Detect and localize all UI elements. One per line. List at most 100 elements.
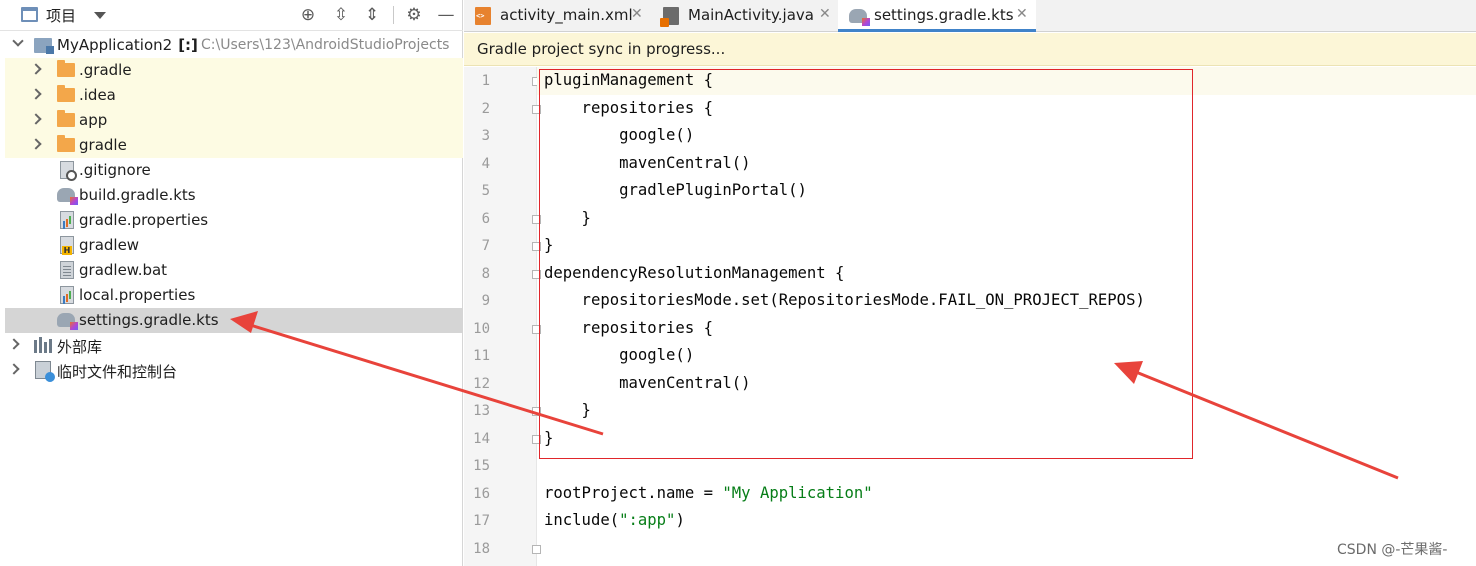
fold-marker-icon[interactable] xyxy=(532,215,541,224)
fold-marker-icon[interactable] xyxy=(532,105,541,114)
tree-item-label: 临时文件和控制台 xyxy=(57,363,178,381)
code-text: include( xyxy=(544,511,620,529)
minimize-icon[interactable]: — xyxy=(436,5,456,25)
tree-item-gradle-properties[interactable]: gradle.properties xyxy=(5,208,463,233)
gradle-kts-icon xyxy=(849,9,870,26)
line-number: 9 xyxy=(481,293,490,309)
tree-item-label: app xyxy=(79,111,108,129)
line-number: 15 xyxy=(473,458,490,474)
sync-status-text: Gradle project sync in progress... xyxy=(477,40,726,58)
fold-marker-icon[interactable] xyxy=(532,270,541,279)
tree-item-local-properties[interactable]: local.properties xyxy=(5,283,463,308)
tree-item-app-folder[interactable]: app xyxy=(5,108,463,133)
close-icon[interactable]: ✕ xyxy=(631,6,643,22)
sync-notification-banner: Gradle project sync in progress... xyxy=(464,33,1476,66)
code-line: } xyxy=(544,209,591,227)
locate-icon[interactable]: ⊕ xyxy=(298,5,318,25)
gradle-kts-icon xyxy=(57,313,78,330)
tree-item-gradlew[interactable]: gradlew xyxy=(5,233,463,258)
expand-all-icon[interactable]: ⇳ xyxy=(331,5,351,25)
project-path: C:\Users\123\AndroidStudioProjects xyxy=(201,37,450,53)
line-number: 3 xyxy=(481,128,490,144)
gradle-kts-icon xyxy=(57,188,78,205)
tree-item-label: .gradle xyxy=(79,61,132,79)
properties-file-icon xyxy=(60,211,74,229)
tab-main-activity-java[interactable]: MainActivity.java ✕ xyxy=(652,0,838,32)
code-line: gradlePluginPortal() xyxy=(544,181,807,199)
code-line: } xyxy=(544,236,554,254)
editor-area: activity_main.xml ✕ MainActivity.java ✕ … xyxy=(464,0,1476,566)
line-number: 14 xyxy=(473,431,490,447)
folder-icon xyxy=(57,85,75,102)
close-icon[interactable]: ✕ xyxy=(1016,6,1028,22)
project-view-title[interactable]: 项目 xyxy=(46,5,76,26)
chevron-right-icon[interactable] xyxy=(8,338,20,350)
java-file-icon xyxy=(660,7,679,27)
code-line: pluginManagement { xyxy=(544,71,713,89)
line-number-gutter[interactable]: 1 2 3 4 5 6 7 8 9 10 11 12 13 14 15 16 1… xyxy=(464,67,541,566)
tab-settings-gradle-kts[interactable]: settings.gradle.kts ✕ xyxy=(838,0,1036,32)
fold-marker-icon[interactable] xyxy=(532,435,541,444)
tree-item-gradle-folder[interactable]: .gradle xyxy=(5,58,463,83)
tree-item-label: gradlew.bat xyxy=(79,261,168,279)
properties-file-icon xyxy=(60,286,74,304)
code-line: include(":app") xyxy=(544,507,685,534)
line-number: 12 xyxy=(473,376,490,392)
line-number: 2 xyxy=(481,101,490,117)
module-icon xyxy=(34,38,54,54)
folder-icon xyxy=(57,60,75,77)
collapse-all-icon[interactable]: ⇕ xyxy=(362,5,382,25)
string-literal: ":app" xyxy=(619,511,676,529)
tree-item-build-gradle-kts[interactable]: build.gradle.kts xyxy=(5,183,463,208)
tab-activity-main-xml[interactable]: activity_main.xml ✕ xyxy=(464,0,649,32)
folder-icon xyxy=(57,135,75,152)
tree-item-idea-folder[interactable]: .idea xyxy=(5,83,463,108)
chevron-right-icon[interactable] xyxy=(30,138,42,150)
tree-item-external-libraries[interactable]: 外部库 xyxy=(5,333,463,358)
code-line: google() xyxy=(544,126,695,144)
chevron-right-icon[interactable] xyxy=(30,63,42,75)
fold-marker-icon[interactable] xyxy=(532,545,541,554)
code-line: } xyxy=(544,429,554,447)
line-number: 1 xyxy=(481,73,490,89)
tree-item-label: 外部库 xyxy=(57,338,103,356)
tab-label: MainActivity.java xyxy=(688,6,814,24)
line-number: 10 xyxy=(473,321,490,337)
close-icon[interactable]: ✕ xyxy=(819,6,831,22)
chevron-right-icon[interactable] xyxy=(8,363,20,375)
fold-marker-icon[interactable] xyxy=(532,407,541,416)
line-number: 7 xyxy=(481,238,490,254)
tree-item-label: local.properties xyxy=(79,286,196,304)
string-literal: "My Application" xyxy=(722,484,873,502)
code-line: } xyxy=(544,401,591,419)
code-line: google() xyxy=(544,346,695,364)
tree-item-label: .gitignore xyxy=(79,161,151,179)
fold-marker-icon[interactable] xyxy=(532,325,541,334)
gear-icon[interactable]: ⚙ xyxy=(404,5,424,25)
tree-item-root-module[interactable]: MyApplication2 [:] C:\Users\123\AndroidSt… xyxy=(5,33,463,58)
tree-item-gradle-dir[interactable]: gradle xyxy=(5,133,463,158)
line-number: 18 xyxy=(473,541,490,557)
project-panel: 项目 ⊕ ⇳ ⇕ ⚙ — MyApplication2 [:] C:\Users\… xyxy=(0,0,463,566)
tree-item-scratches[interactable]: 临时文件和控制台 xyxy=(5,358,463,383)
line-number: 13 xyxy=(473,403,490,419)
fold-marker-icon[interactable] xyxy=(532,242,541,251)
line-number: 17 xyxy=(473,513,490,529)
library-icon xyxy=(34,337,52,353)
chevron-down-icon[interactable] xyxy=(94,12,106,19)
chevron-down-icon[interactable] xyxy=(12,35,24,47)
code-line: repositoriesMode.set(RepositoriesMode.FA… xyxy=(544,291,1145,309)
gitignore-file-icon xyxy=(60,161,77,181)
tree-item-gradlew-bat[interactable]: gradlew.bat xyxy=(5,258,463,283)
chevron-right-icon[interactable] xyxy=(30,88,42,100)
code-line: repositories { xyxy=(544,319,713,337)
tree-item-label: .idea xyxy=(79,86,116,104)
tree-item-label: gradlew xyxy=(79,236,140,254)
chevron-right-icon[interactable] xyxy=(30,113,42,125)
folder-icon xyxy=(57,110,75,127)
tree-item-gitignore[interactable]: .gitignore xyxy=(5,158,463,183)
tab-label: activity_main.xml xyxy=(500,6,633,24)
tree-item-settings-gradle-kts[interactable]: settings.gradle.kts xyxy=(5,308,463,333)
editor-tab-bar: activity_main.xml ✕ MainActivity.java ✕ … xyxy=(464,0,1476,32)
text-file-icon xyxy=(60,261,74,279)
